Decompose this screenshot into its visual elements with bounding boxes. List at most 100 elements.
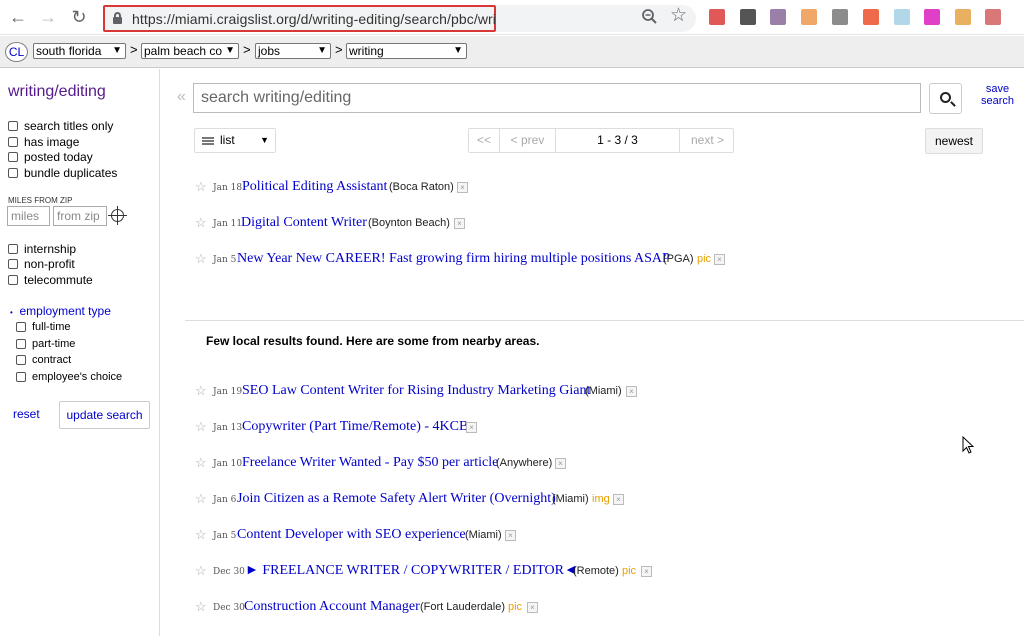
result-title-link[interactable]: Construction Account Manager (244, 598, 420, 616)
favorite-star-icon[interactable]: ☆ (195, 562, 207, 580)
next-page-button[interactable]: next > (680, 129, 735, 152)
result-title-link[interactable]: Content Developer with SEO experience (237, 526, 466, 544)
result-title-link[interactable]: Digital Content Writer (241, 214, 367, 232)
extension-icon[interactable] (924, 9, 940, 25)
result-date: Jan 10 (213, 459, 243, 469)
search-titles-only-checkbox[interactable] (8, 121, 18, 131)
update-search-button[interactable]: update search (59, 401, 150, 429)
result-date: Dec 30 (213, 567, 245, 577)
favorite-star-icon[interactable]: ☆ (195, 214, 207, 232)
hide-posting-icon[interactable]: × (641, 566, 652, 577)
prev-page-button[interactable]: < prev (500, 129, 556, 152)
address-bar[interactable]: https://miami.craigslist.org/d/writing-e… (103, 5, 496, 32)
hide-posting-icon[interactable]: × (457, 182, 468, 193)
category-select[interactable]: jobs ▼ (255, 43, 331, 59)
extension-icon[interactable] (740, 9, 756, 25)
extension-icon[interactable] (985, 9, 1001, 25)
contract-label: contract (32, 354, 72, 366)
hide-posting-icon[interactable]: × (454, 218, 465, 229)
favorite-star-icon[interactable]: ☆ (195, 250, 207, 268)
back-arrow-icon[interactable]: ← (7, 6, 29, 28)
reset-link[interactable]: reset (13, 407, 40, 421)
extension-icon[interactable] (863, 9, 879, 25)
extension-icon[interactable] (709, 9, 725, 25)
employment-type-toggle[interactable]: • employment type (10, 304, 111, 318)
zip-input[interactable]: from zip (53, 206, 107, 226)
extension-icon[interactable] (770, 9, 786, 25)
subcategory-select[interactable]: writing ▼ (346, 43, 467, 59)
posted-today-checkbox[interactable] (8, 152, 18, 162)
result-title-link[interactable]: Join Citizen as a Remote Safety Alert Wr… (237, 490, 556, 508)
result-title-link[interactable]: SEO Law Content Writer for Rising Indust… (242, 382, 590, 400)
favorite-star-icon[interactable]: ☆ (195, 178, 207, 196)
bookmark-star-icon[interactable]: ☆ (670, 4, 687, 27)
collapse-sidebar-icon[interactable]: « (177, 88, 186, 106)
forward-arrow-icon[interactable]: → (37, 6, 59, 28)
address-url: https://miami.craigslist.org/d/writing-e… (132, 11, 497, 27)
chevron-down-icon: ▼ (317, 45, 327, 56)
nearby-results-note: Few local results found. Here are some f… (206, 334, 540, 348)
extension-icon[interactable] (894, 9, 910, 25)
hide-posting-icon[interactable]: × (466, 422, 477, 433)
hide-posting-icon[interactable]: × (527, 602, 538, 613)
favorite-star-icon[interactable]: ☆ (195, 526, 207, 544)
has-image-checkbox[interactable] (8, 137, 18, 147)
extension-icon[interactable] (801, 9, 817, 25)
result-date: Jan 11 (213, 219, 243, 229)
search-button[interactable] (929, 83, 962, 114)
subarea-select[interactable]: palm beach co ▼ (141, 43, 239, 59)
miles-input[interactable]: miles (7, 206, 50, 226)
internship-checkbox[interactable] (8, 244, 18, 254)
result-title-link[interactable]: New Year New CAREER! Fast growing firm h… (237, 250, 670, 268)
part-time-checkbox[interactable] (16, 339, 26, 349)
hide-posting-icon[interactable]: × (555, 458, 566, 469)
chevron-down-icon: ▼ (112, 45, 122, 56)
full-time-checkbox[interactable] (16, 322, 26, 332)
hide-posting-icon[interactable]: × (626, 386, 637, 397)
sort-newest-button[interactable]: newest (925, 128, 983, 154)
search-input[interactable]: search writing/editing (193, 83, 921, 113)
result-location: (Miami) (552, 493, 589, 505)
zoom-icon[interactable] (641, 8, 659, 26)
result-title-link[interactable]: Copywriter (Part Time/Remote) - 4KCB (242, 418, 468, 436)
save-search-link[interactable]: save search (975, 83, 1020, 107)
hide-posting-icon[interactable]: × (505, 530, 516, 541)
list-icon (202, 137, 214, 145)
favorite-star-icon[interactable]: ☆ (195, 490, 207, 508)
extension-icon[interactable] (955, 9, 971, 25)
favorite-star-icon[interactable]: ☆ (195, 598, 207, 616)
favorite-star-icon[interactable]: ☆ (195, 454, 207, 472)
has-image-label: has image (24, 135, 80, 149)
craigslist-logo[interactable]: CL (5, 42, 28, 62)
hide-posting-icon[interactable]: × (714, 254, 725, 265)
full-time-label: full-time (32, 321, 71, 333)
contract-checkbox[interactable] (16, 355, 26, 365)
subcategory-select-value: writing (349, 44, 384, 58)
section-divider (185, 320, 1024, 321)
bullet-icon: • (10, 308, 13, 317)
omnibox-background (496, 5, 696, 32)
result-range: 1 - 3 / 3 (556, 129, 680, 152)
result-title-link[interactable]: ► FREELANCE WRITER / COPYWRITER / EDITOR… (245, 562, 578, 580)
miles-from-zip-label: MILES FROM ZIP (8, 196, 73, 205)
result-img-tag: img (592, 493, 610, 505)
result-location: (Boca Raton) (389, 181, 454, 193)
result-title-link[interactable]: Freelance Writer Wanted - Pay $50 per ar… (242, 454, 498, 472)
lock-icon (113, 12, 122, 24)
reload-icon[interactable]: ↻ (68, 6, 90, 28)
employees-choice-checkbox[interactable] (16, 372, 26, 382)
view-mode-select[interactable]: list ▼ (194, 128, 276, 153)
favorite-star-icon[interactable]: ☆ (195, 382, 207, 400)
hide-posting-icon[interactable]: × (613, 494, 624, 505)
result-title-link[interactable]: Political Editing Assistant (242, 178, 387, 196)
favorite-star-icon[interactable]: ☆ (195, 418, 207, 436)
telecommute-checkbox[interactable] (8, 275, 18, 285)
locate-crosshair-icon[interactable] (108, 206, 127, 225)
first-page-button[interactable]: << (469, 129, 500, 152)
non-profit-checkbox[interactable] (8, 259, 18, 269)
area-select[interactable]: south florida ▼ (33, 43, 126, 59)
result-pic-tag: pic (697, 253, 712, 265)
bundle-duplicates-checkbox[interactable] (8, 168, 18, 178)
extension-icon[interactable] (832, 9, 848, 25)
employees-choice-label: employee's choice (32, 371, 123, 383)
